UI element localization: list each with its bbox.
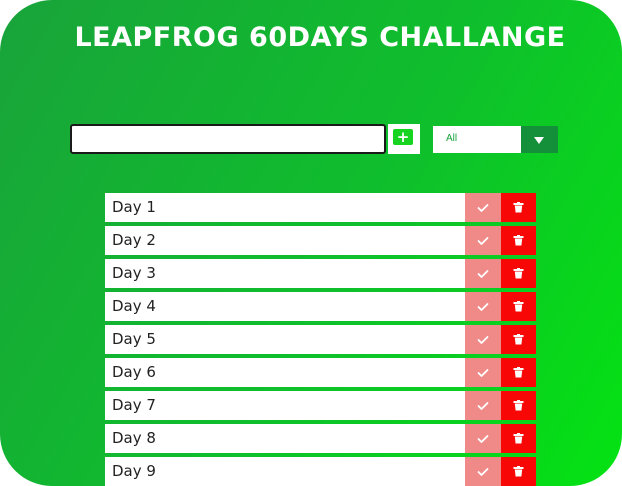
check-icon xyxy=(465,269,501,279)
todo-item: Day 6 xyxy=(105,358,536,387)
trash-icon xyxy=(501,202,536,213)
page-title: LEAPFROG 60DAYS CHALLANGE xyxy=(74,22,566,53)
complete-button[interactable] xyxy=(465,226,501,255)
check-icon xyxy=(465,467,501,477)
todo-item: Day 7 xyxy=(105,391,536,420)
trash-icon xyxy=(501,334,536,345)
complete-button[interactable] xyxy=(465,292,501,321)
todo-item: Day 5 xyxy=(105,325,536,354)
todo-label: Day 2 xyxy=(112,231,156,249)
trash-icon xyxy=(501,433,536,444)
trash-icon xyxy=(501,268,536,279)
check-icon xyxy=(465,203,501,213)
trash-icon xyxy=(501,367,536,378)
complete-button[interactable] xyxy=(465,358,501,387)
complete-button[interactable] xyxy=(465,259,501,288)
todo-item: Day 8 xyxy=(105,424,536,453)
filter-select[interactable]: All xyxy=(433,126,558,153)
todo-label: Day 6 xyxy=(112,363,156,381)
delete-button[interactable] xyxy=(501,358,536,387)
trash-icon xyxy=(501,466,536,477)
delete-button[interactable] xyxy=(501,325,536,354)
todo-item: Day 9 xyxy=(105,457,536,486)
complete-button[interactable] xyxy=(465,193,501,222)
caret-down-icon xyxy=(521,126,558,153)
delete-button[interactable] xyxy=(501,193,536,222)
filter-selected-value: All xyxy=(446,133,458,144)
todo-item: Day 3 xyxy=(105,259,536,288)
delete-button[interactable] xyxy=(501,457,536,486)
check-icon xyxy=(465,335,501,345)
todo-input[interactable] xyxy=(70,124,386,154)
app-container: LEAPFROG 60DAYS CHALLANGE + All Day 1 Day… xyxy=(0,0,622,486)
plus-icon: + xyxy=(393,129,413,145)
add-todo-button[interactable]: + xyxy=(388,124,420,154)
complete-button[interactable] xyxy=(465,424,501,453)
delete-button[interactable] xyxy=(501,259,536,288)
todo-item: Day 1 xyxy=(105,193,536,222)
todo-label: Day 5 xyxy=(112,330,156,348)
todo-item: Day 2 xyxy=(105,226,536,255)
check-icon xyxy=(465,401,501,411)
trash-icon xyxy=(501,235,536,246)
delete-button[interactable] xyxy=(501,424,536,453)
complete-button[interactable] xyxy=(465,391,501,420)
delete-button[interactable] xyxy=(501,391,536,420)
todo-label: Day 8 xyxy=(112,429,156,447)
todo-label: Day 4 xyxy=(112,297,156,315)
todo-label: Day 9 xyxy=(112,462,156,480)
delete-button[interactable] xyxy=(501,226,536,255)
check-icon xyxy=(465,302,501,312)
todo-label: Day 7 xyxy=(112,396,156,414)
check-icon xyxy=(465,236,501,246)
trash-icon xyxy=(501,400,536,411)
todo-item: Day 4 xyxy=(105,292,536,321)
complete-button[interactable] xyxy=(465,457,501,486)
complete-button[interactable] xyxy=(465,325,501,354)
delete-button[interactable] xyxy=(501,292,536,321)
todo-list: Day 1 Day 2 Day 3 Day 4 Day 5 Day 6 Day 7 Day 8… xyxy=(105,193,536,486)
trash-icon xyxy=(501,301,536,312)
todo-label: Day 3 xyxy=(112,264,156,282)
todo-label: Day 1 xyxy=(112,198,156,216)
check-icon xyxy=(465,368,501,378)
check-icon xyxy=(465,434,501,444)
